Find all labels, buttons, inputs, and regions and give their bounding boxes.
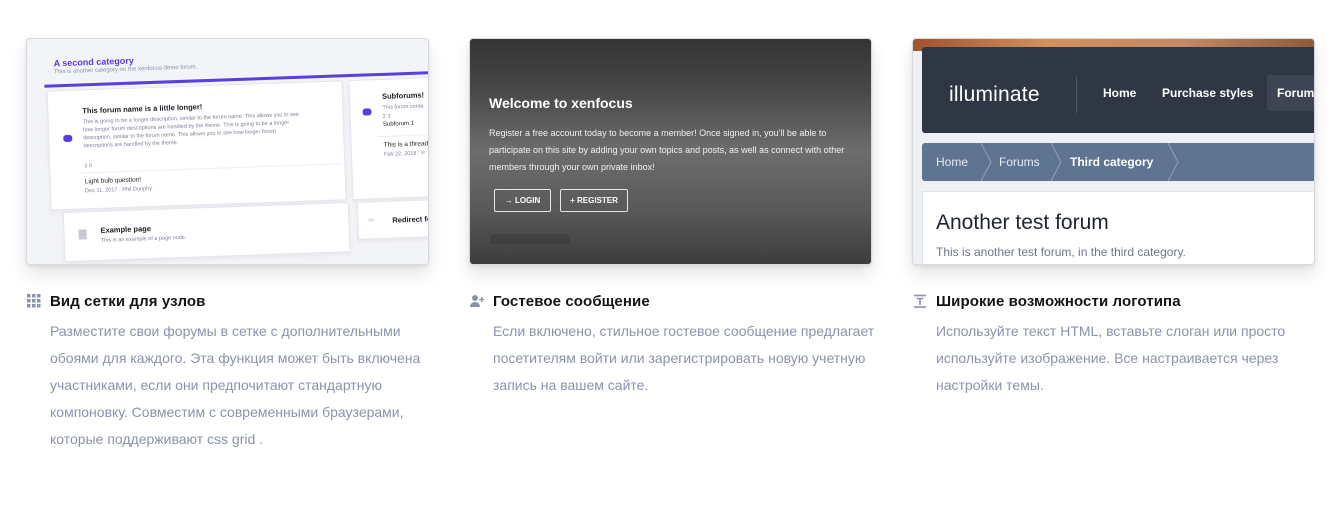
feature-description: Разместите свои форумы в сетке с дополни…	[50, 323, 421, 447]
preview-crumb-home: Home	[936, 155, 969, 169]
document-icon	[78, 229, 87, 240]
text-logo-icon	[912, 293, 928, 309]
preview-crumb-forums: Forums	[999, 155, 1040, 169]
preview-forum-card: This forum name is a little longer! This…	[46, 80, 347, 211]
feature-guest-message: Welcome to xenfocus Register a free acco…	[469, 38, 874, 399]
feature-title: Широкие возможности логотипа	[936, 292, 1181, 310]
preview-logo-text: illuminate	[949, 83, 1040, 106]
feature-title-row: Вид сетки для узлов	[26, 291, 429, 311]
divider	[78, 163, 341, 174]
feature-description: Используйте текст HTML, вставьте слоган …	[936, 323, 1286, 393]
preview-subforum-link: Subforum 1	[382, 120, 415, 128]
guest-message-preview-image: Welcome to xenfocus Register a free acco…	[469, 38, 872, 265]
chat-icon	[63, 134, 73, 143]
preview-redirect-title: Redirect for	[392, 214, 429, 225]
preview-redirect-card: ∞ Redirect for	[356, 196, 429, 240]
chevron-right-icon	[980, 143, 992, 181]
feature-title: Гостевое сообщение	[493, 292, 650, 310]
divider	[377, 132, 428, 138]
preview-register-button: + REGISTER	[560, 189, 628, 212]
preview-subforum-stats: 2 3	[382, 113, 391, 120]
preview-forum-stats: 3 0	[84, 163, 93, 170]
grid-icon	[26, 293, 42, 309]
preview-page-title: Example page	[100, 224, 152, 235]
preview-crumb-third-category: Third category	[1070, 155, 1154, 169]
feature-grid-view: A second category This is another catego…	[26, 38, 429, 453]
feature-description: Если включено, стильное гостевое сообщен…	[493, 323, 875, 393]
preview-login-button: → LOGIN	[494, 189, 551, 212]
chat-icon	[362, 108, 372, 116]
preview-welcome-body: Register a free account today to become …	[489, 128, 845, 172]
preview-subforum-title: Subforums!	[381, 90, 425, 101]
feature-title-row: Гостевое сообщение	[469, 291, 872, 311]
chevron-right-icon	[1167, 143, 1179, 181]
link-icon: ∞	[368, 215, 375, 225]
preview-nav-forum: Forum	[1277, 86, 1315, 100]
preview-subforum-card: Subforums! This forum conta 2 3 Subforum…	[348, 75, 429, 201]
preview-forum-title: Another test forum	[936, 211, 1109, 234]
preview-thread-title: This is a thread	[383, 140, 429, 149]
preview-forum-description: This is going to be a longer description…	[82, 111, 300, 150]
preview-nav-purchase-styles: Purchase styles	[1162, 86, 1254, 100]
preview-subforum-desc: This forum conta	[382, 103, 424, 111]
feature-title: Вид сетки для узлов	[50, 292, 206, 310]
preview-logo-separator	[1076, 77, 1077, 113]
logo-options-preview-image: illuminate Home Purchase styles Forum Ho…	[912, 38, 1315, 265]
preview-welcome-title: Welcome to xenfocus	[489, 95, 633, 111]
feature-logo-options: illuminate Home Purchase styles Forum Ho…	[912, 38, 1315, 399]
add-user-icon	[469, 293, 485, 309]
chevron-right-icon	[1050, 143, 1062, 181]
preview-thread-meta: Feb 22, 2018 · P	[383, 150, 426, 158]
preview-forum-title: This forum name is a little longer!	[82, 102, 203, 116]
grid-view-preview-image: A second category This is another catego…	[26, 38, 429, 265]
preview-forum-description: This is another test forum, in the third…	[936, 245, 1186, 259]
preview-page-desc: This is an example of a page node.	[100, 234, 187, 244]
preview-latest-meta: Dec 11, 2017 · Phil Dunphy	[85, 186, 153, 195]
preview-nav-home: Home	[1103, 86, 1137, 100]
preview-page-card: Example page This is an example of a pag…	[62, 202, 351, 263]
feature-title-row: Широкие возможности логотипа	[912, 291, 1315, 311]
preview-blurred-background	[490, 234, 570, 244]
preview-latest-title: Light bulb question!	[84, 176, 142, 186]
